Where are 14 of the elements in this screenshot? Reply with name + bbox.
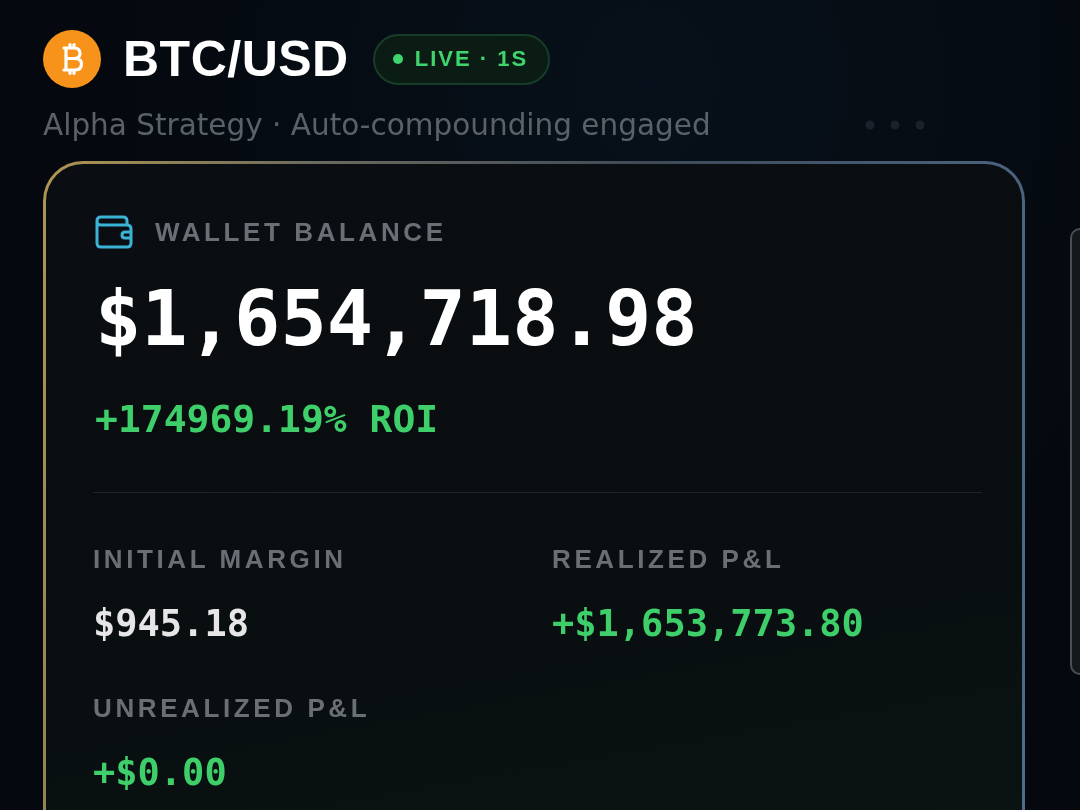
stat-label: UNREALIZED P&L [93,693,371,723]
stat-value: $945.18 [93,602,249,646]
live-badge-text: LIVE · 1S [414,46,529,72]
stat-value: +$1,653,773.80 [552,602,864,646]
wallet-balance-label: WALLET BALANCE [155,217,447,247]
roi-value: +174969.19% ROI [95,397,439,441]
strategy-subtitle: Alpha Strategy · Auto-compounding engaged [43,108,711,142]
stat-label: INITIAL MARGIN [93,544,347,574]
pair-title: BTC/USD [123,30,349,88]
coin-icon [43,30,101,88]
stat-value: +$0.00 [93,751,227,795]
stat-label: REALIZED P&L [552,544,785,574]
balance-value: $1,654,718.98 [95,277,698,361]
wallet-icon [95,215,133,249]
